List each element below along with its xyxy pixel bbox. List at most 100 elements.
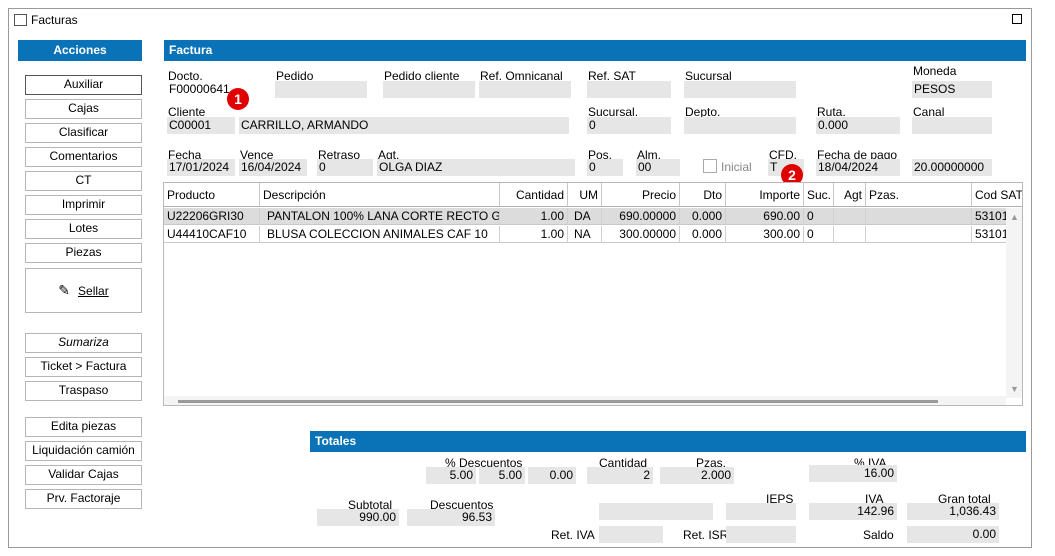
cell-pzas xyxy=(866,208,972,225)
ref-sat-field[interactable] xyxy=(587,81,671,98)
cell-cantidad: 1.00 xyxy=(500,226,568,243)
cell-pzas xyxy=(866,226,972,243)
window-title: Facturas xyxy=(31,13,78,27)
col-precio[interactable]: Precio xyxy=(602,183,680,207)
window-icon xyxy=(14,14,27,26)
ret-isr-label: Ret. ISR xyxy=(683,528,729,542)
sellar-button[interactable]: ✎ Sellar xyxy=(25,268,142,313)
cell-importe: 300.00 xyxy=(726,226,804,243)
vertical-scrollbar[interactable]: ▲ ▼ xyxy=(1006,208,1022,398)
alm-field[interactable]: 00 xyxy=(636,159,680,176)
cell-agt xyxy=(834,226,866,243)
piezas-button[interactable]: Piezas xyxy=(25,243,142,263)
factura-header: Factura xyxy=(164,40,1026,61)
cell-agt xyxy=(834,208,866,225)
desc3-field[interactable]: 0.00 xyxy=(528,467,576,484)
sucursal-field[interactable] xyxy=(684,81,796,98)
moneda-label: Moneda xyxy=(913,64,957,78)
traspaso-button[interactable]: Traspaso xyxy=(25,381,142,401)
cell-producto: U44410CAF10 xyxy=(164,226,260,243)
pzas-total-field[interactable]: 2.000 xyxy=(660,467,734,484)
blank-total-field[interactable] xyxy=(599,503,713,520)
acciones-header: Acciones xyxy=(18,40,142,61)
prv-factoraje-button[interactable]: Prv. Factoraje xyxy=(25,489,142,509)
liquidacion-camion-button[interactable]: Liquidación camión xyxy=(25,441,142,461)
col-suc[interactable]: Suc. xyxy=(804,183,834,207)
retraso-field[interactable]: 0 xyxy=(317,159,373,176)
auxiliar-button[interactable]: Auxiliar xyxy=(25,75,142,95)
agt-field[interactable]: OLGA DIAZ xyxy=(377,159,575,176)
fecha-pago-field[interactable]: 18/04/2024 xyxy=(816,159,900,176)
sumariza-button[interactable]: Sumariza xyxy=(25,333,142,353)
desc2-field[interactable]: 5.00 xyxy=(479,467,525,484)
horizontal-scroll-thumb[interactable] xyxy=(178,400,938,403)
inicial-checkbox[interactable] xyxy=(703,159,717,173)
col-importe[interactable]: Importe xyxy=(726,183,804,207)
cell-cantidad: 1.00 xyxy=(500,208,568,225)
docto-field[interactable]: F00000641 xyxy=(167,81,267,98)
pct-iva-field[interactable]: 16.00 xyxy=(809,465,897,482)
iva-field[interactable]: 142.96 xyxy=(809,503,897,520)
col-pzas[interactable]: Pzas. xyxy=(866,183,972,207)
cajas-button[interactable]: Cajas xyxy=(25,99,142,119)
ticket-factura-button[interactable]: Ticket > Factura xyxy=(25,357,142,377)
cell-dto: 0.000 xyxy=(680,208,726,225)
title-bar: Facturas xyxy=(9,9,1031,31)
vence-field[interactable]: 16/04/2024 xyxy=(239,159,307,176)
cell-descripcion: BLUSA COLECCION ANIMALES CAF 10 xyxy=(260,226,500,243)
cell-suc: 0 xyxy=(804,208,834,225)
moneda-field[interactable]: PESOS xyxy=(912,81,992,98)
imprimir-button[interactable]: Imprimir xyxy=(25,195,142,215)
horizontal-scrollbar[interactable] xyxy=(164,396,1006,405)
edita-piezas-button[interactable]: Edita piezas xyxy=(25,417,142,437)
ruta-field[interactable]: 0.000 xyxy=(816,117,900,134)
facturas-window: Facturas Acciones Auxiliar Cajas Clasifi… xyxy=(8,8,1032,548)
col-agt[interactable]: Agt xyxy=(834,183,866,207)
ret-iva-field[interactable] xyxy=(599,526,663,543)
cell-um: NA xyxy=(568,226,602,243)
ct-button[interactable]: CT xyxy=(25,171,142,191)
maximize-icon[interactable] xyxy=(1012,14,1022,24)
desc1-field[interactable]: 5.00 xyxy=(426,467,476,484)
stamp-icon: ✎ xyxy=(58,282,71,298)
col-cod-sat[interactable]: Cod SAT xyxy=(972,183,1022,207)
cliente-name-field[interactable]: CARRILLO, ARMANDO xyxy=(239,117,569,134)
comentarios-button[interactable]: Comentarios xyxy=(25,147,142,167)
col-descripcion[interactable]: Descripción xyxy=(260,183,500,207)
pedido-field[interactable] xyxy=(275,81,367,98)
lotes-button[interactable]: Lotes xyxy=(25,219,142,239)
scroll-down-icon[interactable]: ▼ xyxy=(1010,384,1019,394)
cantidad-total-field[interactable]: 2 xyxy=(587,467,653,484)
saldo-label: Saldo xyxy=(863,528,894,542)
col-producto[interactable]: Producto xyxy=(164,183,260,207)
ret-isr-field[interactable] xyxy=(726,526,796,543)
clasificar-button[interactable]: Clasificar xyxy=(25,123,142,143)
sucursal2-field[interactable]: 0 xyxy=(587,117,671,134)
validar-cajas-button[interactable]: Validar Cajas xyxy=(25,465,142,485)
cell-descripcion: PANTALON 100% LANA CORTE RECTO GRI 3 xyxy=(260,208,500,225)
depto-field[interactable] xyxy=(684,117,796,134)
detail-grid[interactable]: Producto Descripción Cantidad UM Precio … xyxy=(163,182,1023,406)
scroll-up-icon[interactable]: ▲ xyxy=(1010,212,1019,222)
cliente-code-field[interactable]: C00001 xyxy=(167,117,235,134)
col-cantidad[interactable]: Cantidad xyxy=(500,183,568,207)
fecha-field[interactable]: 17/01/2024 xyxy=(167,159,235,176)
saldo-field[interactable]: 0.00 xyxy=(907,526,999,543)
canal-field[interactable] xyxy=(912,117,992,134)
cell-precio: 300.00000 xyxy=(602,226,680,243)
descuentos-field[interactable]: 96.53 xyxy=(407,509,495,526)
annotation-badge-1: 1 xyxy=(227,88,249,110)
gran-total-field[interactable]: 1,036.43 xyxy=(907,503,999,520)
cell-cod-sat: 53101 xyxy=(975,209,1006,223)
ret-iva-label: Ret. IVA xyxy=(551,528,595,542)
tipo-cambio-field[interactable]: 20.00000000 xyxy=(912,159,992,176)
pedido-cliente-field[interactable] xyxy=(383,81,475,98)
col-um[interactable]: UM xyxy=(568,183,602,207)
ieps-field[interactable] xyxy=(726,503,796,520)
ref-omnicanal-field[interactable] xyxy=(479,81,571,98)
subtotal-field[interactable]: 990.00 xyxy=(317,509,399,526)
cell-producto: U22206GRI30 xyxy=(164,208,260,225)
col-dto[interactable]: Dto xyxy=(680,183,726,207)
cell-suc: 0 xyxy=(804,226,834,243)
pos-field[interactable]: 0 xyxy=(587,159,623,176)
